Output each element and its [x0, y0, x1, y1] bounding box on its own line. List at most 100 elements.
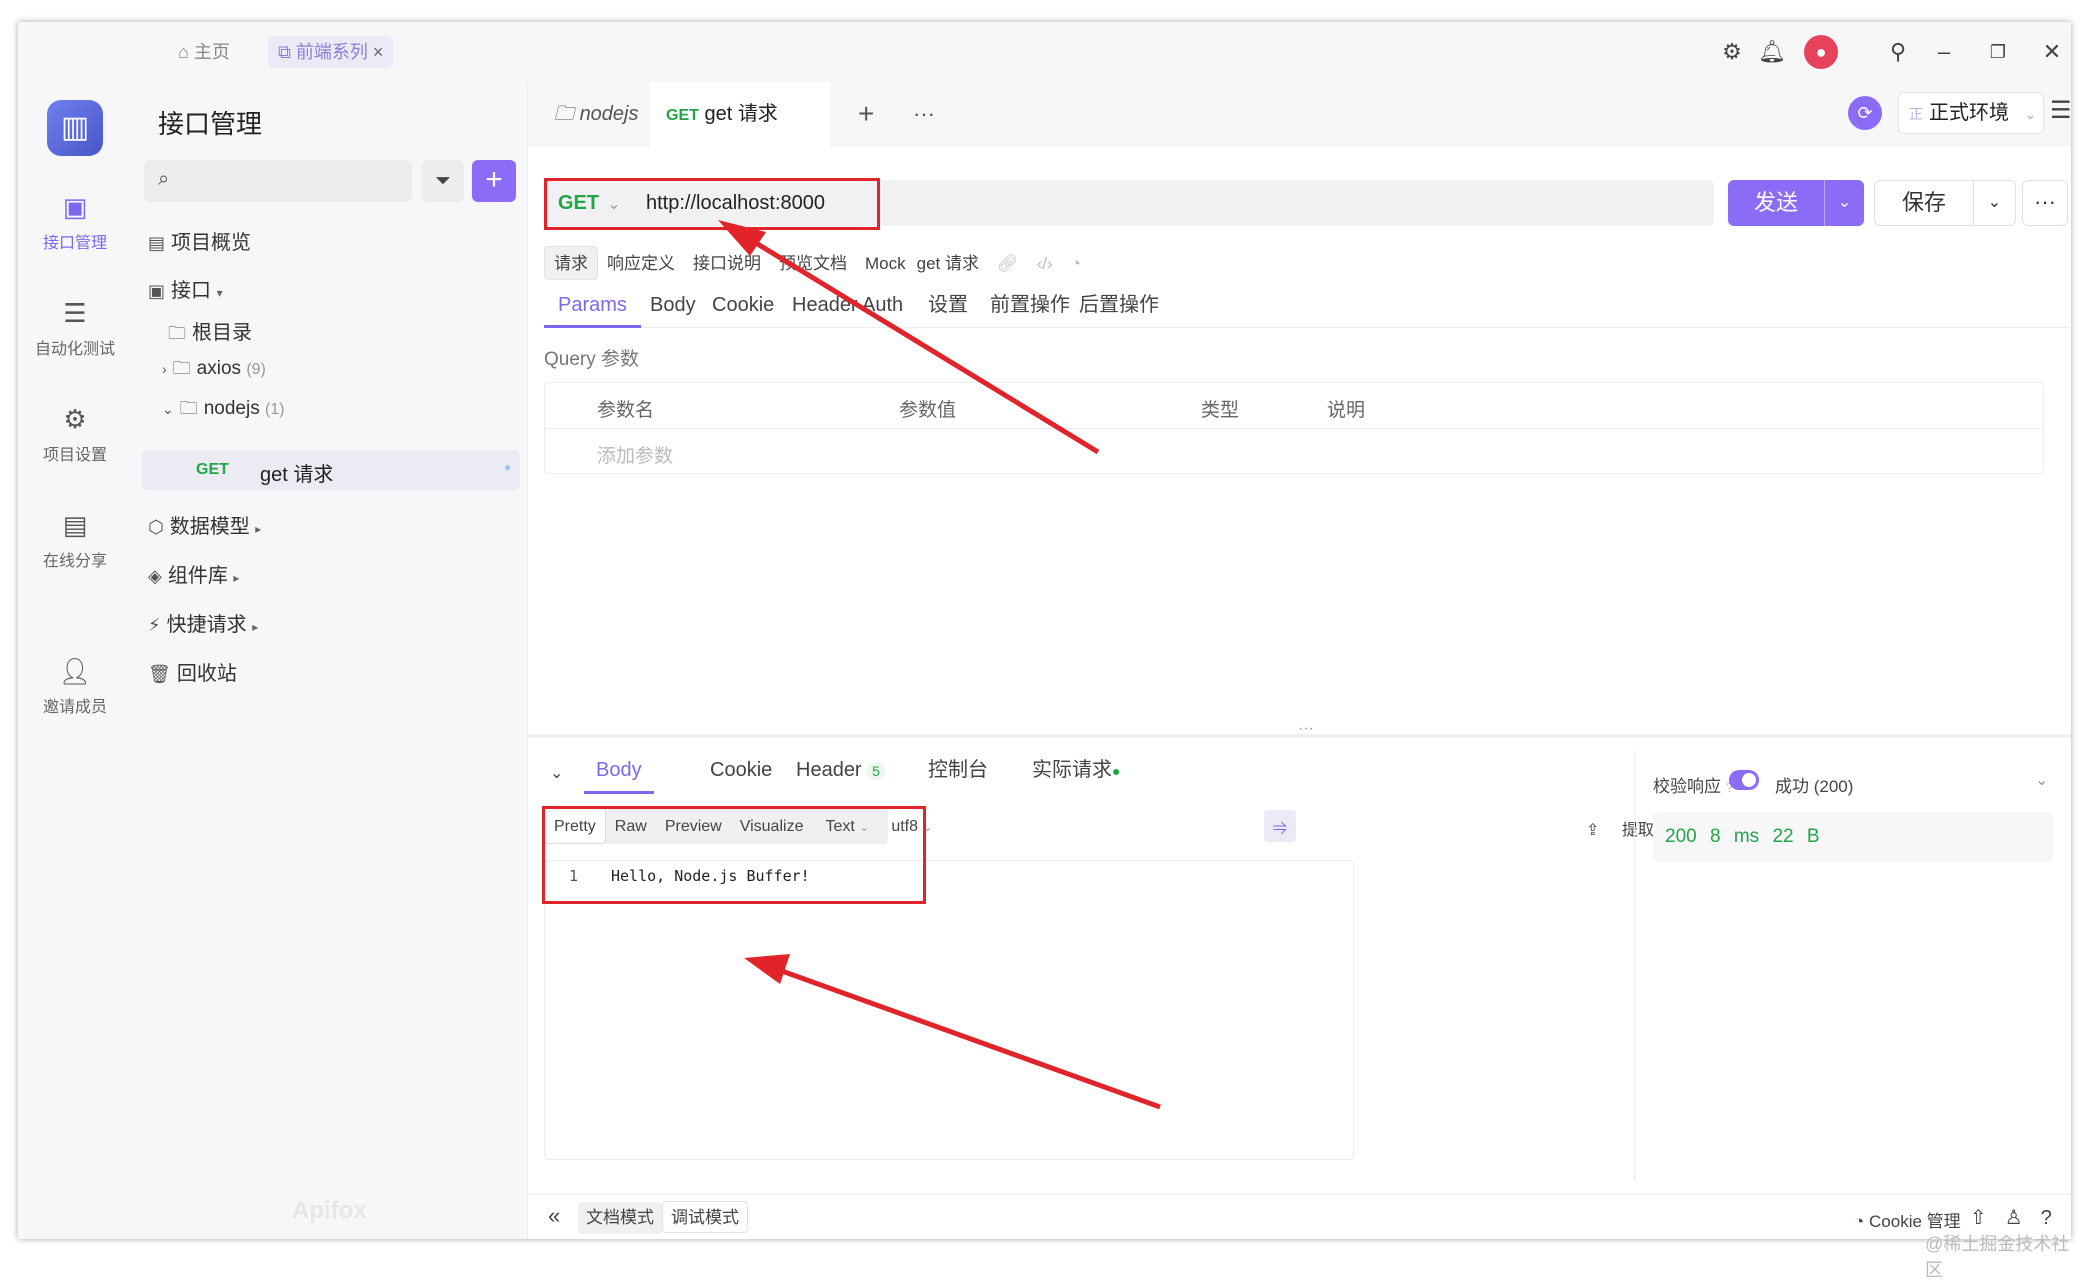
sidebar: 接口管理 ⌕ ⏷ + ▤ 项目概览 ▣ 接口 ▾ 🗀 根目录 › 🗀 axios (9) … — [132, 82, 528, 1239]
tab-post-ops[interactable]: 后置操作 — [1079, 282, 1159, 328]
validate-status-select[interactable]: 成功 (200) — [1775, 772, 1853, 797]
tab-body[interactable]: Body — [650, 282, 696, 328]
send-label: 发送 — [1753, 190, 1798, 215]
tab-header[interactable]: Header — [792, 282, 858, 328]
tab-settings[interactable]: 设置 — [928, 282, 968, 328]
resp-tab-label: Header — [796, 759, 862, 781]
project-tab[interactable]: ⧉ 前端系列 × — [268, 36, 394, 68]
resize-handle[interactable]: ··· — [1298, 720, 1314, 738]
collapse-chevron-icon[interactable]: ⌄ — [550, 754, 563, 798]
minimize-icon[interactable]: – — [1930, 38, 1958, 66]
tab-auth[interactable]: Auth — [862, 282, 903, 328]
restore-icon[interactable]: ❐ — [1984, 38, 2012, 66]
sidebar-item-components[interactable]: ◈ 组件库 ▸ — [148, 559, 239, 588]
tree-item-get-request[interactable]: GET get 请求 ● — [142, 450, 520, 490]
subtab-response-def[interactable]: 响应定义 — [598, 247, 684, 281]
sidebar-item-trash[interactable]: 🗑︎ 回收站 — [148, 657, 237, 686]
resp-tab-header[interactable]: Header 5 — [796, 750, 885, 794]
sidebar-item-label: 组件库 — [167, 565, 228, 587]
response-stats: 200 8 ms 22 B — [1653, 812, 2053, 862]
extract-icon: ⇪ — [1586, 822, 1600, 839]
sidebar-item-label: 数据模型 — [169, 516, 250, 538]
footer-bar: « 文档模式 调试模式 ◔ Cookie 管理 ⇧ ♙? — [528, 1194, 2071, 1239]
new-tab-button[interactable]: + — [858, 82, 874, 146]
caret-down-icon: ▾ — [216, 286, 223, 300]
home-tab[interactable]: ⌂ 主页 — [168, 36, 240, 68]
close-window-icon[interactable]: ✕ — [2038, 38, 2066, 66]
collapse-sidebar-icon[interactable]: « — [548, 1203, 560, 1229]
home-tab-label: 主页 — [193, 42, 230, 62]
tab-cookie[interactable]: Cookie — [712, 282, 774, 328]
tab-pre-ops[interactable]: 前置操作 — [990, 282, 1070, 328]
gear-icon[interactable]: ⚙ — [1718, 38, 1746, 66]
test-icon: ☰ — [63, 298, 87, 328]
rail-item-settings[interactable]: ⚙ 项目设置 — [18, 404, 132, 465]
shirt-icon[interactable]: ♙ — [2005, 1207, 2023, 1229]
code-icon[interactable]: ‹/› — [1028, 247, 1062, 281]
chevron-down-icon[interactable]: ⌄ — [2035, 770, 2048, 790]
resp-tab-actual[interactable]: 实际请求● — [1032, 750, 1120, 794]
chevron-right-icon: › — [162, 361, 167, 377]
sidebar-item-models[interactable]: ⬡ 数据模型 ▸ — [148, 510, 261, 539]
rail-item-share[interactable]: ▤ 在线分享 — [18, 510, 132, 571]
debug-mode-button[interactable]: 调试模式 — [662, 1201, 748, 1233]
tree-item-nodejs[interactable]: ⌄ 🗀 nodejs (1) — [162, 396, 285, 426]
validate-toggle[interactable] — [1729, 770, 1759, 790]
save-button[interactable]: 保存 ⌄ — [1874, 180, 2016, 226]
method-badge: GET — [666, 107, 699, 124]
env-sync-icon[interactable]: ⟳ — [1848, 96, 1882, 130]
tree-item-root[interactable]: 🗀 根目录 — [168, 316, 252, 351]
filter-icon[interactable]: ⏷ — [422, 160, 464, 202]
caret-right-icon: ▸ — [252, 620, 259, 634]
close-tab-icon[interactable]: × — [373, 42, 384, 62]
tab-label: get 请求 — [704, 103, 778, 125]
link-icon[interactable]: 🔗︎ — [988, 247, 1028, 281]
add-button[interactable]: + — [472, 160, 516, 202]
pin-icon[interactable]: ⚲ — [1884, 38, 1912, 66]
send-button[interactable]: 发送 ⌄ — [1728, 180, 1864, 226]
help-icon[interactable]: ? — [2041, 1207, 2052, 1229]
doc-mode-button[interactable]: 文档模式 — [578, 1202, 662, 1234]
subtab-mock[interactable]: Mock — [856, 247, 915, 281]
rail-item-api[interactable]: ▣ 接口管理 — [18, 192, 132, 253]
wrap-lines-icon[interactable]: ⥤ — [1264, 810, 1296, 842]
tab-nodejs[interactable]: 🗀 nodejs — [554, 82, 639, 146]
col-name: 参数名 — [597, 400, 655, 421]
tab-label: nodejs — [579, 103, 639, 125]
sidebar-item-api[interactable]: ▣ 接口 ▾ — [148, 274, 223, 303]
more-button[interactable]: ··· — [2022, 180, 2068, 226]
status-code: 200 — [1665, 826, 1697, 847]
chevron-down-icon[interactable]: ⌄ — [1973, 181, 2015, 225]
tab-params[interactable]: Params — [544, 282, 641, 328]
subtab-preview-doc[interactable]: 预览文档 — [770, 247, 856, 281]
response-time: 8 ms — [1709, 826, 1760, 847]
rail-item-test[interactable]: ☰ 自动化测试 — [18, 298, 132, 359]
response-body-editor[interactable]: 1 Hello, Node.js Buffer! — [544, 860, 1354, 1160]
subtab-request[interactable]: 请求 — [544, 246, 598, 280]
sidebar-item-overview[interactable]: ▤ 项目概览 — [148, 226, 251, 255]
upload-icon[interactable]: ⇧ — [1970, 1207, 1987, 1229]
bell-icon[interactable]: 🔔︎ — [1758, 38, 1786, 66]
environment-select[interactable]: 正正式环境 ⌄ — [1898, 92, 2044, 134]
resp-tab-cookie[interactable]: Cookie — [710, 750, 772, 794]
add-param-input[interactable]: 添加参数 — [597, 441, 673, 468]
cookie-icon: ◔ — [1854, 1212, 1865, 1231]
rail-label: 接口管理 — [42, 235, 107, 252]
item-count: (1) — [265, 401, 285, 418]
resp-tab-body[interactable]: Body — [584, 750, 654, 794]
rail-item-invite[interactable]: 👤︎ 邀请成员 — [18, 656, 132, 717]
folder-icon: 🗀 — [554, 103, 574, 125]
subtab-api-desc[interactable]: 接口说明 — [684, 247, 770, 281]
avatar[interactable]: ● — [1804, 35, 1838, 69]
search-input[interactable]: ⌕ — [144, 160, 412, 202]
project-tab-label: 前端系列 — [295, 42, 368, 62]
menu-icon[interactable]: ☰ — [2050, 96, 2071, 125]
chevron-down-icon[interactable]: ⌄ — [1824, 180, 1864, 226]
tab-get-request[interactable]: GET get 请求 — [650, 82, 830, 146]
sidebar-item-quick[interactable]: ⚡︎ 快捷请求 ▸ — [148, 608, 258, 637]
tree-item-axios[interactable]: › 🗀 axios (9) — [162, 356, 266, 386]
cookie-manager-button[interactable]: ◔ Cookie 管理 — [1854, 1207, 1961, 1232]
tab-more-button[interactable]: ··· — [913, 82, 935, 146]
palette-icon[interactable]: ◔ — [1062, 247, 1090, 281]
resp-tab-console[interactable]: 控制台 — [928, 750, 988, 794]
